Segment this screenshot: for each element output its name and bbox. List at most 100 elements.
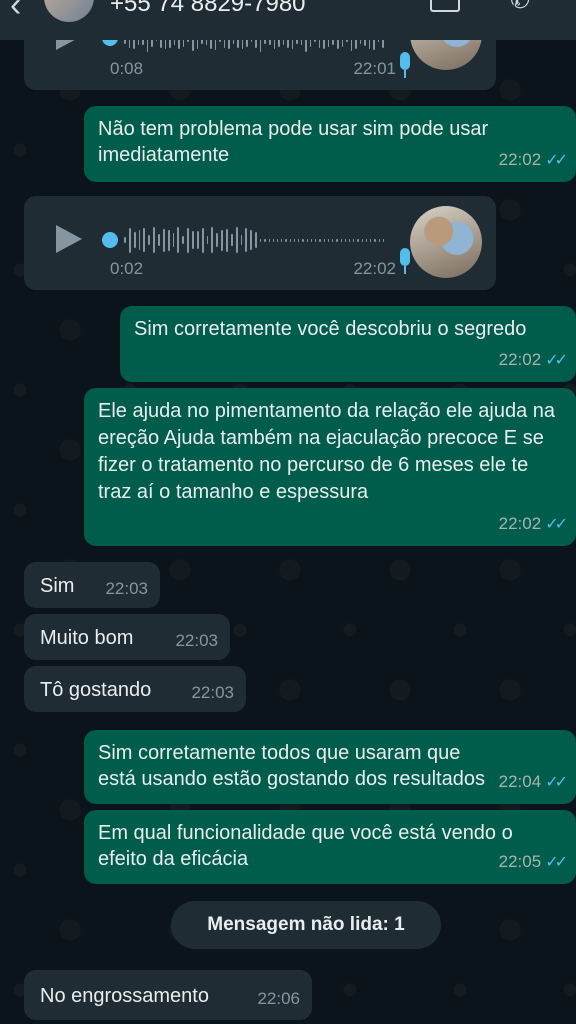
audio-message-incoming: 0:02 22:02 xyxy=(24,196,496,290)
read-ticks-icon: ✓✓ xyxy=(545,854,568,871)
waveform-bar xyxy=(298,238,300,242)
audio-duration: 0:08 xyxy=(110,59,144,78)
header-contact-name[interactable]: +55 74 8829-7980 xyxy=(110,0,306,18)
waveform-bar xyxy=(277,238,279,242)
waveform-bar xyxy=(211,227,214,253)
waveform-bar xyxy=(182,236,185,244)
waveform-bar xyxy=(272,238,274,242)
message-text: Sim corretamente você descobriu o segred… xyxy=(134,318,527,340)
waveform-bar xyxy=(361,238,363,242)
waveform-bar xyxy=(344,238,346,242)
waveform-bar xyxy=(340,238,342,242)
waveform-bar xyxy=(201,227,204,253)
waveform-bar xyxy=(310,238,313,242)
message-outgoing: Sim corretamente você descobriu o segred… xyxy=(120,306,576,382)
waveform-bar xyxy=(353,238,355,242)
waveform-bar xyxy=(226,228,228,252)
message-text: No engrossamento xyxy=(40,985,209,1007)
waveform-bar xyxy=(260,238,262,242)
message-time: 22:03 xyxy=(175,631,218,650)
message-incoming: Sim 22:03 xyxy=(24,562,160,608)
waveform-bar xyxy=(230,234,233,246)
audio-duration: 0:02 xyxy=(110,259,144,278)
waveform-bar xyxy=(264,238,266,242)
waveform-bar xyxy=(378,238,380,242)
audio-progress-handle[interactable] xyxy=(102,232,118,248)
message-outgoing: Não tem problema pode usar sim pode usar… xyxy=(84,106,576,182)
waveform-bar xyxy=(255,232,258,248)
waveform-bar xyxy=(302,238,304,242)
waveform-bar xyxy=(240,235,243,245)
read-ticks-icon: ✓✓ xyxy=(545,152,568,169)
waveform-bar xyxy=(336,238,338,242)
unread-messages-divider: Mensagem não lida: 1 xyxy=(171,901,441,949)
waveform-bar xyxy=(187,227,190,253)
mic-icon xyxy=(400,52,410,78)
message-time: 22:05 xyxy=(498,852,542,871)
message-meta: 22:04 ✓✓ xyxy=(498,769,568,796)
message-meta: 22:02 ✓✓ xyxy=(498,147,568,174)
message-text: Ele ajuda no pimentamento da relação ele… xyxy=(98,400,555,503)
waveform-bar xyxy=(293,238,296,242)
waveform-bar xyxy=(167,229,170,251)
waveform-bar xyxy=(365,238,368,242)
waveform-bar xyxy=(148,235,151,245)
waveform-bar xyxy=(315,238,317,242)
message-text: Muito bom xyxy=(40,627,134,649)
audio-waveform[interactable] xyxy=(124,224,385,256)
waveform-bar xyxy=(153,227,156,253)
waveform-bar xyxy=(332,238,334,242)
message-text: Sim xyxy=(40,575,75,597)
message-incoming: No engrossamento 22:06 xyxy=(24,970,312,1020)
waveform-bar xyxy=(128,227,131,253)
call-icon[interactable]: ✆ xyxy=(510,0,530,15)
message-time: 22:02 xyxy=(498,350,542,369)
video-camera-icon[interactable] xyxy=(430,0,460,12)
message-time: 22:04 xyxy=(498,772,542,791)
waveform-bar xyxy=(382,238,385,242)
read-ticks-icon: ✓✓ xyxy=(545,352,568,369)
waveform-bar xyxy=(348,238,351,242)
waveform-bar xyxy=(374,238,376,242)
message-text: Tô gostando xyxy=(40,679,152,701)
waveform-bar xyxy=(221,229,224,251)
waveform-bar xyxy=(289,238,291,242)
message-outgoing: Em qual funcionalidade que você está ven… xyxy=(84,810,576,884)
message-incoming: Muito bom 22:03 xyxy=(24,614,230,660)
waveform-bar xyxy=(158,234,160,246)
message-time: 22:02 xyxy=(353,259,396,278)
message-meta: 22:05 ✓✓ xyxy=(498,849,568,876)
message-time: 22:01 xyxy=(353,59,396,78)
sender-avatar xyxy=(410,206,482,278)
waveform-bar xyxy=(306,238,308,242)
waveform-bar xyxy=(177,227,180,253)
play-icon[interactable] xyxy=(56,225,82,253)
waveform-bar xyxy=(250,230,253,250)
waveform-bar xyxy=(357,238,359,242)
waveform-bar xyxy=(268,238,270,242)
waveform-bar xyxy=(138,230,141,250)
waveform-bar xyxy=(124,237,126,243)
mic-icon xyxy=(400,248,410,274)
back-icon[interactable]: ‹ xyxy=(10,0,21,25)
read-ticks-icon: ✓✓ xyxy=(545,516,568,533)
waveform-bar xyxy=(245,228,248,252)
message-text: Sim corretamente todos que usaram que es… xyxy=(98,742,485,790)
message-outgoing: Ele ajuda no pimentamento da relação ele… xyxy=(84,388,576,546)
message-meta: 22:02 ✓✓ xyxy=(498,347,568,374)
waveform-bar xyxy=(192,231,194,249)
message-meta: 22:02 ✓✓ xyxy=(498,511,568,538)
waveform-bar xyxy=(370,238,372,242)
message-text: Não tem problema pode usar sim pode usar… xyxy=(98,118,489,166)
message-time: 22:02 xyxy=(498,514,542,533)
message-time: 22:02 xyxy=(498,150,542,169)
waveform-bar xyxy=(162,228,165,252)
message-outgoing: Sim corretamente todos que usaram que es… xyxy=(84,730,576,804)
waveform-bar xyxy=(133,232,136,248)
waveform-bar xyxy=(285,238,287,242)
message-time: 22:03 xyxy=(105,579,148,598)
message-time: 22:03 xyxy=(191,683,234,702)
waveform-bar xyxy=(172,233,175,247)
waveform-bar xyxy=(216,233,219,247)
header-avatar[interactable] xyxy=(44,0,94,22)
